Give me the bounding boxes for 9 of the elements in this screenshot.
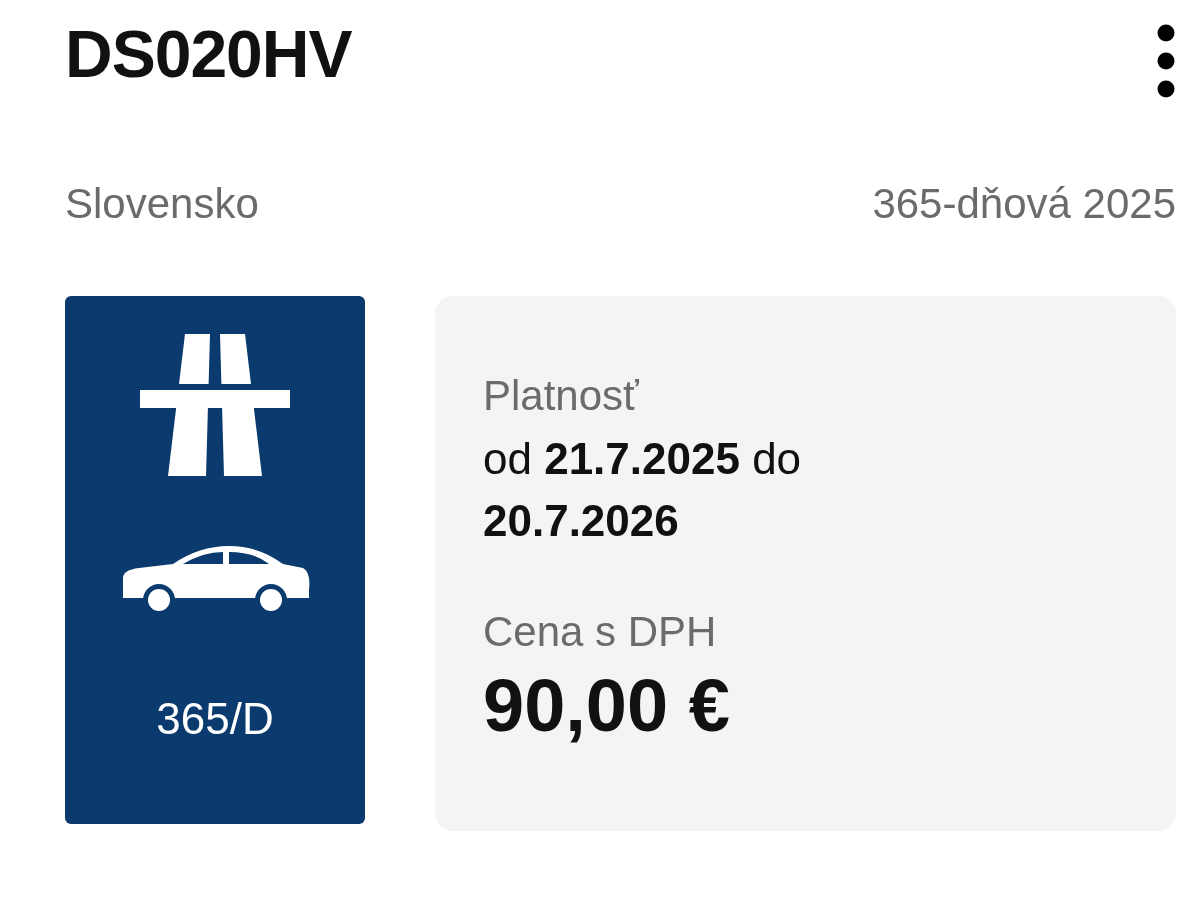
validity-period: od 21.7.2025 do 20.7.2026: [483, 433, 803, 547]
plate-number: DS020HV: [65, 16, 352, 93]
vignette-code: 365/D: [156, 694, 274, 744]
price-label: Cena s DPH: [483, 607, 718, 657]
vignette-type: 365-dňová 2025: [872, 180, 1176, 228]
highway-icon: [140, 334, 290, 476]
price-value: 90,00 €: [483, 663, 731, 749]
validity-label: Platnosť: [483, 371, 640, 421]
country-label: Slovensko: [65, 180, 259, 228]
